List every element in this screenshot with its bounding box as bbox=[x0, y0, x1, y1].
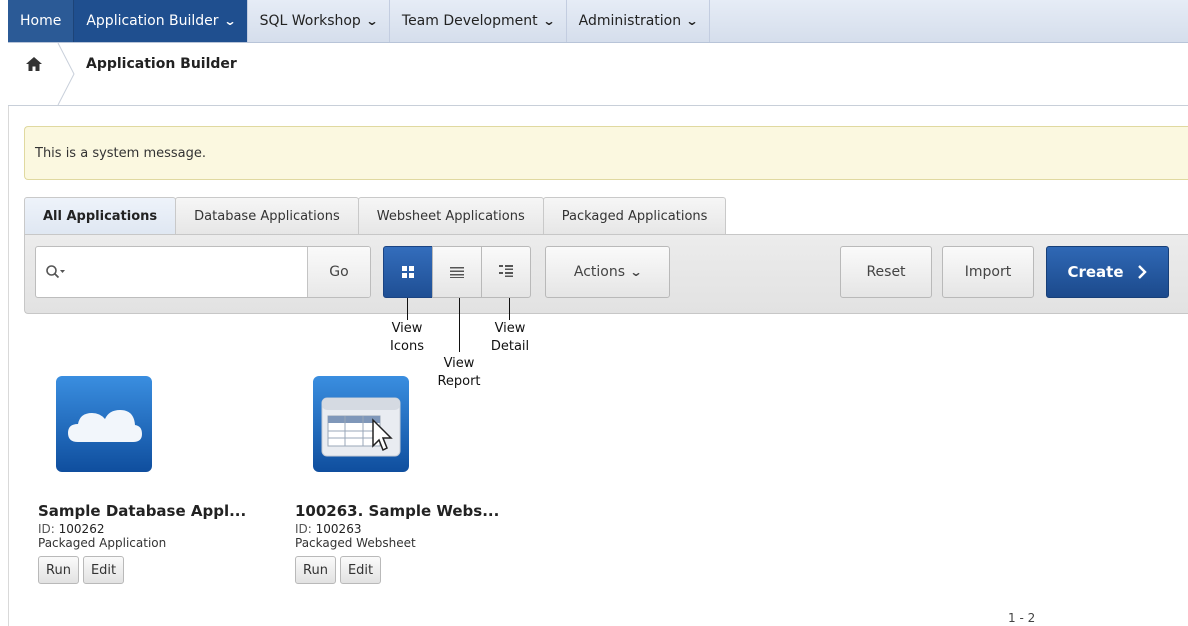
reset-button[interactable]: Reset bbox=[840, 246, 932, 298]
actions-menu-button[interactable]: Actions ⌄ bbox=[545, 246, 670, 298]
app-id-label: ID: bbox=[295, 522, 312, 536]
chevron-right-icon bbox=[1137, 265, 1147, 279]
actions-label: Actions bbox=[573, 264, 626, 280]
app-name[interactable]: 100263. Sample Webs... bbox=[295, 502, 535, 520]
breadcrumb: Application Builder bbox=[8, 43, 1188, 106]
import-button[interactable]: Import bbox=[942, 246, 1034, 298]
view-icons-button[interactable] bbox=[383, 246, 433, 298]
grid-icon bbox=[402, 266, 414, 278]
system-message-text: This is a system message. bbox=[35, 145, 206, 161]
page-title: Application Builder bbox=[86, 56, 237, 72]
app-name[interactable]: Sample Database Appl... bbox=[38, 502, 278, 520]
app-type: Packaged Application bbox=[38, 536, 167, 550]
view-detail-button[interactable] bbox=[481, 246, 531, 298]
nav-application-builder-label: Application Builder bbox=[86, 13, 219, 29]
search-box: Go bbox=[35, 246, 371, 298]
system-message: This is a system message. bbox=[24, 126, 1188, 180]
tab-all-applications[interactable]: All Applications bbox=[24, 197, 177, 235]
chevron-down-icon: ⌄ bbox=[685, 14, 699, 28]
pagination-info: 1 - 2 bbox=[1008, 611, 1036, 625]
run-button[interactable]: Run bbox=[295, 556, 336, 584]
view-mode-group bbox=[383, 246, 531, 298]
app-id-value: 100263 bbox=[315, 522, 362, 536]
tab-database-applications[interactable]: Database Applications bbox=[175, 197, 359, 235]
nav-team-development-label: Team Development bbox=[401, 13, 538, 29]
detail-list-icon bbox=[499, 265, 513, 277]
create-button[interactable]: Create bbox=[1046, 246, 1169, 298]
nav-home[interactable]: Home bbox=[8, 0, 75, 42]
edit-button[interactable]: Edit bbox=[339, 556, 382, 584]
chevron-down-icon: ⌄ bbox=[629, 265, 643, 279]
app-id-label: ID: bbox=[38, 522, 55, 536]
annotation-line-report bbox=[459, 298, 460, 352]
nav-administration[interactable]: Administration ⌄ bbox=[567, 0, 711, 42]
app-icon[interactable] bbox=[56, 376, 152, 472]
run-button[interactable]: Run bbox=[38, 556, 79, 584]
report-toolbar: Go Actions ⌄ Reset Import Create bbox=[24, 234, 1188, 314]
tab-websheet-applications[interactable]: Websheet Applications bbox=[357, 197, 544, 235]
nav-sql-workshop-label: SQL Workshop bbox=[259, 13, 361, 29]
top-navigation: Home Application Builder ⌄ SQL Workshop ⌄ … bbox=[8, 0, 1188, 43]
nav-sql-workshop[interactable]: SQL Workshop ⌄ bbox=[248, 0, 390, 42]
app-card: Sample Database Appl... ID: 100262 Packa… bbox=[38, 376, 278, 584]
annotation-line-icons bbox=[407, 298, 408, 320]
content-left-border bbox=[8, 106, 9, 626]
app-icon[interactable] bbox=[313, 376, 409, 472]
chevron-down-icon: ⌄ bbox=[223, 14, 237, 28]
go-button[interactable]: Go bbox=[307, 247, 370, 297]
application-tabs: All Applications Database Applications W… bbox=[24, 197, 727, 235]
list-icon bbox=[450, 267, 464, 278]
breadcrumb-home[interactable] bbox=[8, 43, 60, 105]
app-card: 100263. Sample Webs... ID: 100263 Packag… bbox=[295, 376, 535, 584]
home-icon bbox=[26, 57, 42, 71]
breadcrumb-separator bbox=[57, 43, 75, 105]
search-icon bbox=[46, 265, 65, 279]
nav-administration-label: Administration bbox=[578, 13, 682, 29]
annotation-view-icons: View Icons bbox=[390, 321, 424, 354]
nav-home-label: Home bbox=[20, 13, 62, 29]
search-column-menu[interactable] bbox=[36, 247, 76, 297]
app-id-value: 100262 bbox=[58, 522, 105, 536]
annotation-view-detail: View Detail bbox=[490, 321, 530, 354]
app-id: ID: 100263 bbox=[295, 522, 535, 536]
chevron-down-icon: ⌄ bbox=[365, 14, 379, 28]
create-label: Create bbox=[1067, 263, 1124, 281]
tab-packaged-applications[interactable]: Packaged Applications bbox=[542, 197, 727, 235]
websheet-icon bbox=[321, 397, 401, 457]
edit-button[interactable]: Edit bbox=[82, 556, 125, 584]
app-actions: Run Edit bbox=[38, 556, 278, 584]
nav-team-development[interactable]: Team Development ⌄ bbox=[390, 0, 567, 42]
annotation-line-detail bbox=[509, 298, 510, 320]
view-report-button[interactable] bbox=[432, 246, 482, 298]
cloud-icon bbox=[68, 410, 142, 442]
app-type: Packaged Websheet bbox=[295, 536, 416, 550]
search-input[interactable] bbox=[76, 247, 307, 297]
nav-application-builder[interactable]: Application Builder ⌄ bbox=[74, 0, 248, 42]
app-id: ID: 100262 bbox=[38, 522, 278, 536]
chevron-down-icon: ⌄ bbox=[542, 14, 556, 28]
app-actions: Run Edit bbox=[295, 556, 535, 584]
